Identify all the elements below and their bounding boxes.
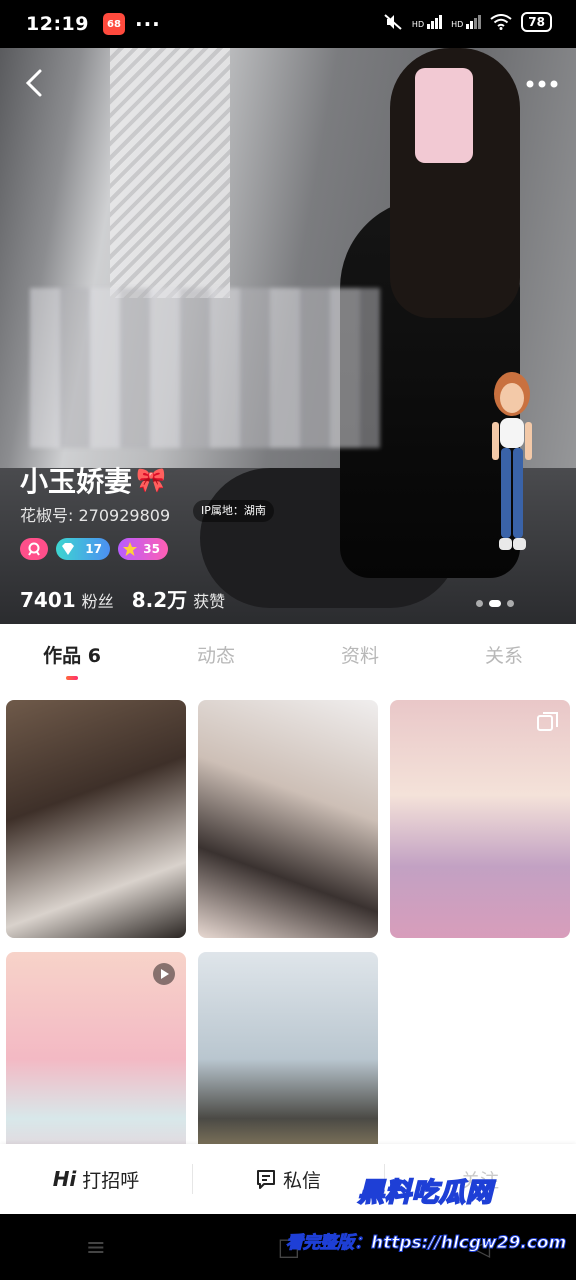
signal-2-icon: HD bbox=[451, 15, 482, 29]
profile-id-value: 270929809 bbox=[78, 506, 171, 525]
badge-row: 17 35 bbox=[20, 538, 168, 560]
greet-hi-icon: Hi bbox=[52, 1167, 77, 1191]
watermark-url: 看完整版：https://hlcgw29.com bbox=[285, 1233, 567, 1254]
likes-count: 8.2万 bbox=[131, 588, 188, 612]
wifi-icon bbox=[490, 14, 512, 30]
watermark: 黑料吃瓜网 看完整版：https://hlcgw29.com bbox=[285, 1172, 576, 1280]
profile-id: 花椒号: 270929809 bbox=[20, 502, 170, 526]
fans-label[interactable]: 粉丝 bbox=[82, 588, 114, 612]
greet-button[interactable]: Hi 打招呼 bbox=[0, 1144, 192, 1214]
status-bar: 12:19 68 ··· HD HD 78 bbox=[0, 0, 576, 48]
tab-profile-info[interactable]: 资料 bbox=[288, 628, 432, 684]
3d-avatar-icon[interactable] bbox=[488, 366, 536, 562]
profile-name-text: 小玉娇妻 bbox=[20, 465, 133, 498]
diamond-badge-value: 17 bbox=[85, 542, 102, 556]
star-badge[interactable]: 35 bbox=[118, 538, 168, 560]
profile-tabs: 作品 6 动态 资料 关系 bbox=[0, 628, 576, 684]
bow-emoji-icon: 🎀 bbox=[136, 466, 166, 494]
watermark-title: 黑料吃瓜网 bbox=[357, 1177, 494, 1209]
play-icon bbox=[153, 963, 175, 985]
more-notifications-icon: ··· bbox=[134, 12, 161, 36]
star-icon bbox=[123, 542, 137, 556]
tab-works[interactable]: 作品 6 bbox=[0, 628, 144, 684]
more-options-button[interactable] bbox=[526, 62, 558, 97]
star-badge-value: 35 bbox=[143, 542, 160, 556]
mute-icon bbox=[384, 14, 402, 30]
photo-phone bbox=[415, 68, 473, 163]
more-horizontal-icon bbox=[526, 80, 558, 88]
greet-label: 打招呼 bbox=[82, 1169, 140, 1192]
pager-dot-active bbox=[489, 600, 501, 607]
level-badge[interactable] bbox=[20, 538, 48, 560]
work-tile-2[interactable] bbox=[198, 700, 378, 938]
likes-label: 获赞 bbox=[193, 592, 226, 611]
pager-dot bbox=[476, 600, 483, 607]
mosaic-censor bbox=[30, 288, 380, 448]
work-tile-1[interactable] bbox=[6, 700, 186, 938]
back-button[interactable] bbox=[24, 68, 44, 98]
status-right: HD HD 78 bbox=[383, 12, 552, 32]
work-tile-3[interactable] bbox=[390, 700, 570, 938]
battery-icon: 78 bbox=[521, 12, 552, 32]
app-notification-icon: 68 bbox=[102, 13, 125, 35]
message-icon bbox=[256, 1170, 275, 1189]
profile-name: 小玉娇妻 🎀 bbox=[20, 460, 166, 500]
tab-relations[interactable]: 关系 bbox=[432, 628, 576, 684]
photo-pager bbox=[476, 600, 514, 607]
level-icon bbox=[28, 542, 40, 556]
signal-1-icon: HD bbox=[412, 15, 443, 29]
profile-stats: 7401 粉丝 8.2万 获赞 bbox=[20, 584, 237, 613]
status-time: 12:19 bbox=[26, 13, 89, 35]
ip-location-badge: IP属地：湖南 bbox=[193, 500, 274, 522]
profile-id-label: 花椒号: bbox=[20, 506, 74, 525]
pager-dot bbox=[507, 600, 514, 607]
fans-count[interactable]: 7401 bbox=[20, 588, 76, 612]
multi-image-icon bbox=[537, 712, 558, 731]
photo-background-door bbox=[110, 48, 230, 298]
diamond-badge[interactable]: 17 bbox=[56, 538, 110, 560]
tab-moments[interactable]: 动态 bbox=[144, 628, 288, 684]
menu-icon[interactable]: ≡ bbox=[86, 1233, 106, 1261]
diamond-icon bbox=[62, 543, 74, 555]
